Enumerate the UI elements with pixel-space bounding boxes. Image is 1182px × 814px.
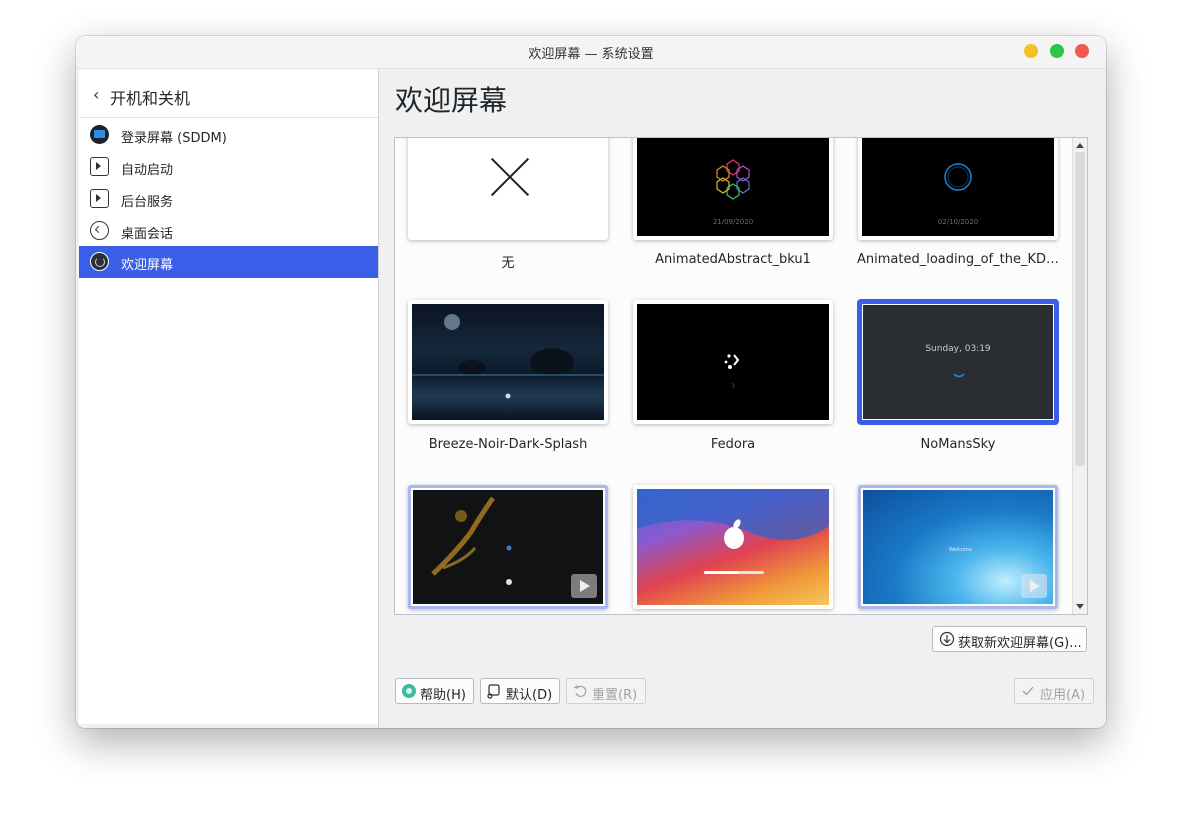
undo-icon <box>573 685 587 697</box>
theme-preview <box>637 489 829 605</box>
login-screen-icon <box>90 125 109 144</box>
defaults-label: 默认(D) <box>506 688 553 703</box>
theme-grid[interactable]: 无 21/09/2020 AnimatedAbstract_bku1 02/10… <box>394 137 1088 615</box>
maximize-button[interactable] <box>1050 44 1064 58</box>
theme-name: Breeze-Noir-Dark-Splash <box>428 437 588 452</box>
close-icon <box>490 157 530 197</box>
download-icon <box>939 631 955 647</box>
minimize-button[interactable] <box>1024 44 1038 58</box>
help-button[interactable]: 帮助(H) <box>395 678 474 704</box>
help-icon <box>402 684 416 698</box>
window-title: 欢迎屏幕 — 系统设置 <box>528 47 654 62</box>
sidebar-item-label: 登录屏幕 (SDDM) <box>121 131 227 146</box>
sidebar-item-label: 欢迎屏幕 <box>121 258 174 273</box>
theme-preview <box>412 304 604 420</box>
fedora-counter: 3 <box>731 383 735 390</box>
help-label: 帮助(H) <box>420 688 466 703</box>
scroll-down-arrow-icon[interactable] <box>1076 604 1084 609</box>
theme-name: AnimatedAbstract_bku1 <box>655 252 811 267</box>
loading-ring-icon: 02/10/2020 <box>938 163 978 226</box>
theme-card-breeze-noir[interactable] <box>408 300 608 424</box>
theme-name: 无 <box>501 256 515 271</box>
close-button[interactable] <box>1075 44 1089 58</box>
sidebar: ‹ 开机和关机 登录屏幕 (SDDM) 自动启动 后台服务 桌面会话 欢迎屏幕 <box>79 69 378 724</box>
theme-card-nomanssky[interactable]: Sunday, 03:19 <box>858 300 1058 424</box>
get-new-splash-label: 获取新欢迎屏幕(G)... <box>958 636 1082 651</box>
sidebar-item-label: 后台服务 <box>121 195 174 210</box>
sidebar-item-label: 桌面会话 <box>121 227 174 242</box>
theme-preview <box>413 490 603 604</box>
spinner-icon: 3 <box>724 354 740 390</box>
theme-name: NoMansSky <box>920 437 996 452</box>
theme-preview: Welcome <box>863 490 1053 604</box>
titlebar: 欢迎屏幕 — 系统设置 <box>76 36 1106 69</box>
vertical-scrollbar[interactable] <box>1072 138 1087 614</box>
sidebar-item-autostart[interactable]: 自动启动 <box>79 151 378 183</box>
sidebar-item-background-services[interactable]: 后台服务 <box>79 183 378 215</box>
main-panel: 欢迎屏幕 无 21/09/2020 AnimatedAbstract_bku1 … <box>379 69 1106 728</box>
svg-text:21/09/2020: 21/09/2020 <box>713 218 753 226</box>
scroll-up-arrow-icon[interactable] <box>1076 143 1084 148</box>
play-preview-icon[interactable] <box>1021 574 1047 598</box>
settings-window: 欢迎屏幕 — 系统设置 ‹ 开机和关机 登录屏幕 (SDDM) 自动启动 后台服… <box>76 36 1106 728</box>
theme-preview <box>412 138 604 236</box>
theme-card-fedora[interactable]: 3 <box>633 300 833 424</box>
theme-preview: 02/10/2020 <box>862 138 1054 236</box>
sidebar-item-label: 自动启动 <box>121 163 174 178</box>
theme-card-macos[interactable] <box>633 485 833 609</box>
page-title: 欢迎屏幕 <box>395 84 508 117</box>
theme-card-golden-nebula[interactable] <box>408 485 608 609</box>
chevron-left-icon: ‹ <box>93 85 100 104</box>
desktop-session-icon <box>90 221 109 240</box>
reset-button[interactable]: 重置(R) <box>566 678 646 704</box>
theme-preview: Sunday, 03:19 <box>863 305 1053 419</box>
theme-name: Fedora <box>710 437 756 452</box>
theme-card-animatedabstract[interactable]: 21/09/2020 <box>633 138 833 240</box>
play-preview-icon[interactable] <box>571 574 597 598</box>
apple-logo-icon <box>637 489 829 574</box>
defaults-button[interactable]: 默认(D) <box>480 678 560 704</box>
theme-preview: 3 <box>637 304 829 420</box>
background-services-icon <box>90 189 109 208</box>
theme-card-windows7[interactable]: Welcome <box>858 485 1058 609</box>
theme-card-animated-loading[interactable]: 02/10/2020 <box>858 138 1058 240</box>
apply-label: 应用(A) <box>1040 688 1086 703</box>
theme-name: Animated_loading_of_the_KD… <box>856 252 1059 267</box>
hexagon-logo-icon: 21/09/2020 <box>713 159 753 226</box>
theme-preview: 21/09/2020 <box>637 138 829 236</box>
autostart-icon <box>90 157 109 176</box>
reset-label: 重置(R) <box>592 688 638 703</box>
defaults-icon <box>487 684 500 699</box>
theme-card-none[interactable] <box>408 138 608 240</box>
back-button[interactable]: ‹ 开机和关机 <box>79 69 378 118</box>
loading-arc-icon <box>953 373 965 378</box>
sidebar-item-desktop-session[interactable]: 桌面会话 <box>79 215 378 247</box>
svg-text:02/10/2020: 02/10/2020 <box>938 218 978 226</box>
checkmark-icon <box>1022 686 1034 696</box>
night-lake-image <box>412 314 604 399</box>
apply-button[interactable]: 应用(A) <box>1014 678 1094 704</box>
sidebar-item-splash-screen[interactable]: 欢迎屏幕 <box>79 246 378 278</box>
get-new-splash-button[interactable]: 获取新欢迎屏幕(G)... <box>932 626 1087 652</box>
preview-welcome-text: Welcome <box>949 547 972 553</box>
splash-screen-icon <box>90 252 109 271</box>
scroll-thumb[interactable] <box>1075 152 1085 466</box>
back-label: 开机和关机 <box>110 89 191 108</box>
sidebar-item-login-screen[interactable]: 登录屏幕 (SDDM) <box>79 119 378 151</box>
